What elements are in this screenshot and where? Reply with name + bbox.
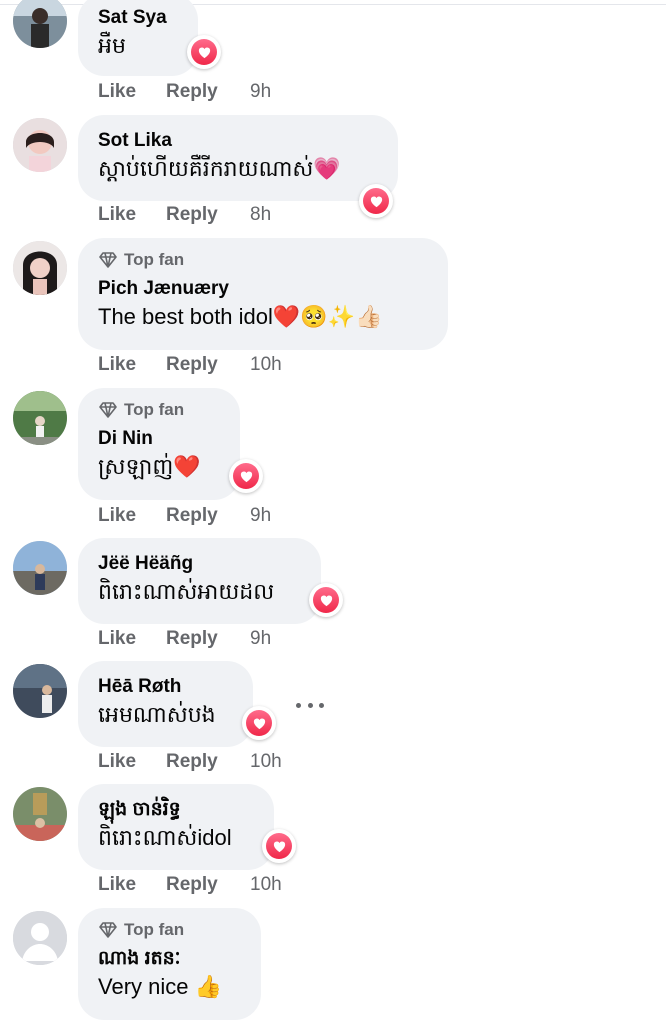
comment-time[interactable]: 9h	[250, 81, 271, 103]
comment-actions: Like Reply 9h	[98, 81, 271, 103]
comment-author[interactable]: Pich Jænuæry	[98, 277, 428, 301]
comment-author[interactable]: Sat Sya	[98, 6, 178, 30]
comment-text: អឺម	[98, 33, 126, 58]
comment-text: ស្រឡាញ់❤️	[98, 454, 201, 479]
avatar[interactable]	[13, 241, 67, 295]
comment-author[interactable]: Di Nin	[98, 427, 220, 451]
reply-button[interactable]: Reply	[166, 628, 250, 650]
comment-time[interactable]: 10h	[250, 874, 282, 896]
avatar[interactable]	[13, 911, 67, 965]
comment-bubble: Top fan Pich Jænuæry The best both idol❤…	[78, 238, 448, 350]
like-button[interactable]: Like	[98, 751, 166, 773]
reaction-badge[interactable]	[229, 459, 263, 493]
comment-bubble: Top fan ណាង រតនៈ Very nice 👍	[78, 908, 261, 1020]
more-options-icon[interactable]	[296, 695, 324, 715]
like-button[interactable]: Like	[98, 354, 166, 376]
like-button[interactable]: Like	[98, 628, 166, 650]
heart-icon	[273, 841, 285, 852]
comment-text: ពិរោះណាស់អាយដល	[98, 579, 275, 604]
top-fan-badge: Top fan	[98, 917, 241, 943]
comment-time[interactable]: 8h	[250, 204, 271, 226]
default-avatar-icon	[13, 911, 67, 965]
reaction-badge[interactable]	[262, 829, 296, 863]
reply-button[interactable]: Reply	[166, 751, 250, 773]
comment-bubble: ឡុង ចាន់រិទ្ធ ពិរោះណាស់idol	[78, 784, 274, 870]
avatar[interactable]	[13, 391, 67, 445]
comment-bubble: Sat Sya អឺម	[78, 0, 198, 76]
diamond-icon	[99, 252, 117, 268]
comment-text: ពិរោះណាស់idol	[98, 825, 232, 850]
top-fan-label: Top fan	[124, 400, 185, 419]
comment-author[interactable]: Hēā Røth	[98, 675, 233, 699]
reply-button[interactable]: Reply	[166, 354, 250, 376]
top-fan-badge: Top fan	[98, 397, 220, 423]
heart-icon	[198, 47, 210, 58]
heart-icon	[370, 196, 382, 207]
comment-time[interactable]: 9h	[250, 628, 271, 650]
avatar[interactable]	[13, 118, 67, 172]
comment-text: អេមណាស់បង	[98, 702, 216, 727]
reply-button[interactable]: Reply	[166, 81, 250, 103]
avatar[interactable]	[13, 664, 67, 718]
like-button[interactable]: Like	[98, 81, 166, 103]
heart-icon	[320, 595, 332, 606]
comment-author[interactable]: ឡុង ចាន់រិទ្ធ	[98, 798, 254, 822]
top-fan-label: Top fan	[124, 250, 185, 269]
comment-author[interactable]: Jëë Hëäñg	[98, 552, 301, 576]
diamond-icon	[99, 922, 117, 938]
reaction-badge[interactable]	[242, 706, 276, 740]
comment-author[interactable]: ណាង រតនៈ	[98, 947, 241, 971]
avatar[interactable]	[13, 787, 67, 841]
comment-bubble: Sot Lika ស្តាប់ហើយគឺរីករាយណាស់💗	[78, 115, 398, 201]
top-fan-label: Top fan	[124, 920, 185, 939]
heart-icon	[253, 718, 265, 729]
comment-text: Very nice 👍	[98, 974, 222, 999]
reply-button[interactable]: Reply	[166, 505, 250, 527]
comment-actions: Like Reply 10h	[98, 874, 282, 896]
comment-bubble: Top fan Di Nin ស្រឡាញ់❤️	[78, 388, 240, 500]
comment-time[interactable]: 10h	[250, 751, 282, 773]
comment-time[interactable]: 9h	[250, 505, 271, 527]
reaction-badge[interactable]	[359, 184, 393, 218]
comment-bubble: Hēā Røth អេមណាស់បង	[78, 661, 253, 747]
comment-text: The best both idol❤️🥺✨👍🏻	[98, 304, 383, 329]
reaction-badge[interactable]	[187, 35, 221, 69]
diamond-icon	[99, 402, 117, 418]
comment-actions: Like Reply 10h	[98, 751, 282, 773]
like-button[interactable]: Like	[98, 874, 166, 896]
comment-actions: Like Reply 9h	[98, 505, 271, 527]
reply-button[interactable]: Reply	[166, 204, 250, 226]
comment-actions: Like Reply 8h	[98, 204, 271, 226]
heart-icon	[240, 471, 252, 482]
reaction-badge[interactable]	[309, 583, 343, 617]
top-fan-badge: Top fan	[98, 247, 428, 273]
comment-text: ស្តាប់ហើយគឺរីករាយណាស់💗	[98, 156, 341, 181]
avatar[interactable]	[13, 541, 67, 595]
reply-button[interactable]: Reply	[166, 874, 250, 896]
avatar[interactable]	[13, 0, 67, 48]
like-button[interactable]: Like	[98, 204, 166, 226]
comment-time[interactable]: 10h	[250, 354, 282, 376]
comment-actions: Like Reply 10h	[98, 354, 282, 376]
comment-author[interactable]: Sot Lika	[98, 129, 378, 153]
like-button[interactable]: Like	[98, 505, 166, 527]
comment-actions: Like Reply 9h	[98, 628, 271, 650]
comment-bubble: Jëë Hëäñg ពិរោះណាស់អាយដល	[78, 538, 321, 624]
